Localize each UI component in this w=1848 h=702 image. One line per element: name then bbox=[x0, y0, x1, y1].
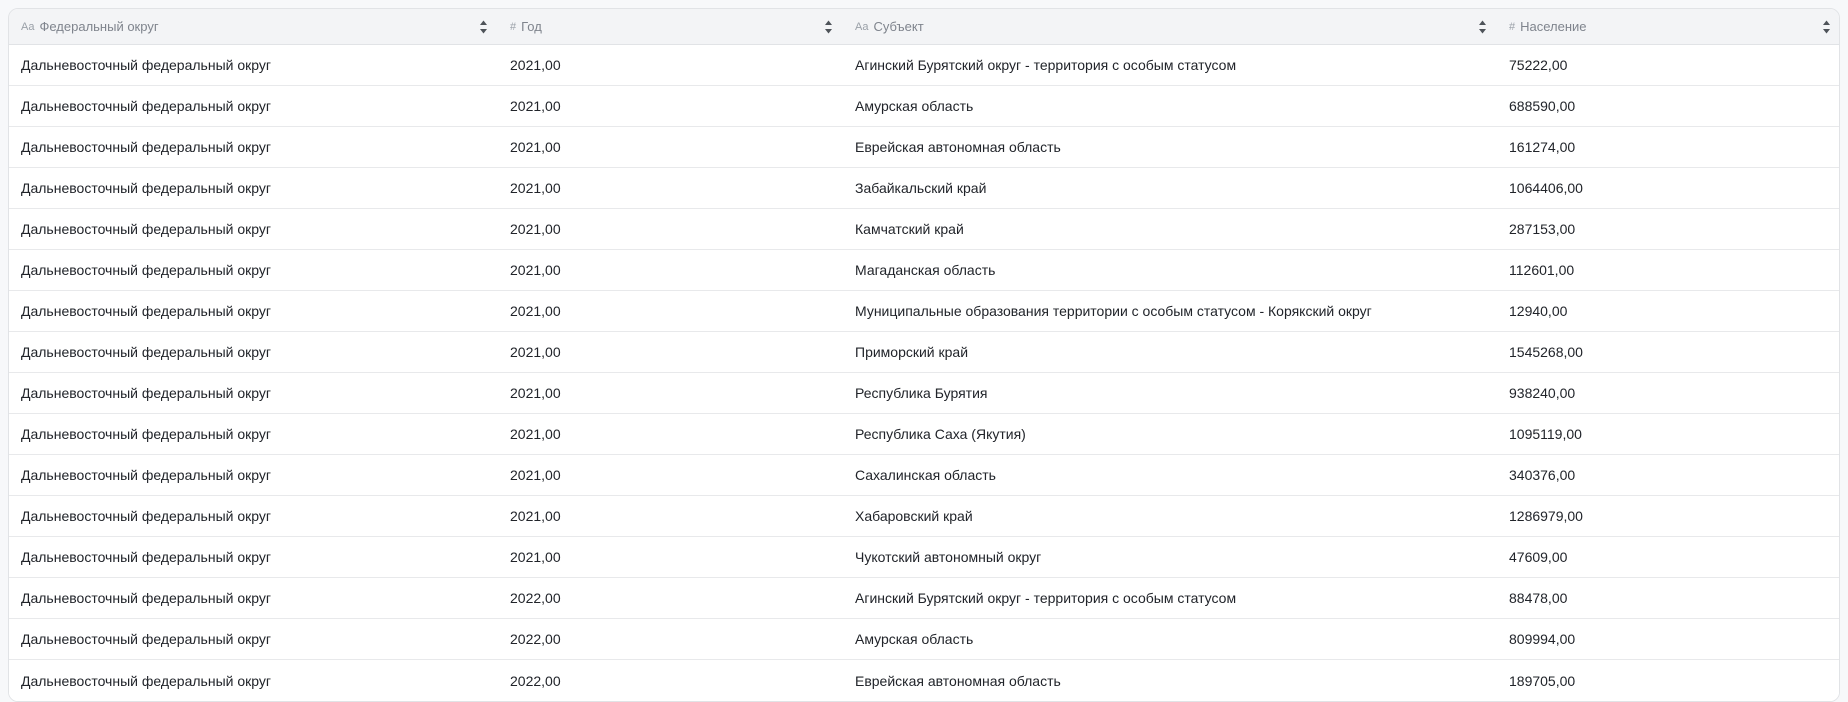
number-type-icon: # bbox=[1509, 21, 1515, 33]
cell-subject: Республика Саха (Якутия) bbox=[843, 414, 1497, 454]
cell-population: 47609,00 bbox=[1497, 537, 1840, 577]
cell-population: 161274,00 bbox=[1497, 127, 1840, 167]
cell-subject: Магаданская область bbox=[843, 250, 1497, 290]
cell-population: 287153,00 bbox=[1497, 209, 1840, 249]
table-row[interactable]: Дальневосточный федеральный округ 2021,0… bbox=[9, 455, 1839, 496]
table-row[interactable]: Дальневосточный федеральный округ 2021,0… bbox=[9, 250, 1839, 291]
cell-year: 2021,00 bbox=[498, 414, 843, 454]
cell-population: 112601,00 bbox=[1497, 250, 1840, 290]
cell-subject: Агинский Бурятский округ - территория с … bbox=[843, 45, 1497, 85]
cell-year: 2021,00 bbox=[498, 250, 843, 290]
text-type-icon: Aa bbox=[855, 21, 868, 33]
data-table: Aa Федеральный округ # Год Aa Субъект # … bbox=[8, 8, 1840, 702]
table-row[interactable]: Дальневосточный федеральный округ 2021,0… bbox=[9, 45, 1839, 86]
column-header-label: Федеральный округ bbox=[39, 19, 471, 34]
column-header-label: Субъект bbox=[873, 19, 1470, 34]
table-row[interactable]: Дальневосточный федеральный округ 2022,0… bbox=[9, 578, 1839, 619]
cell-population: 12940,00 bbox=[1497, 291, 1840, 331]
table-header: Aa Федеральный округ # Год Aa Субъект # … bbox=[9, 9, 1839, 45]
cell-year: 2021,00 bbox=[498, 86, 843, 126]
column-header-label: Год bbox=[521, 19, 816, 34]
cell-year: 2021,00 bbox=[498, 127, 843, 167]
cell-federal-district: Дальневосточный федеральный округ bbox=[9, 86, 498, 126]
cell-subject: Забайкальский край bbox=[843, 168, 1497, 208]
table-row[interactable]: Дальневосточный федеральный округ 2021,0… bbox=[9, 291, 1839, 332]
cell-federal-district: Дальневосточный федеральный округ bbox=[9, 45, 498, 85]
cell-subject: Амурская область bbox=[843, 619, 1497, 659]
cell-population: 688590,00 bbox=[1497, 86, 1840, 126]
cell-year: 2021,00 bbox=[498, 209, 843, 249]
column-header-label: Население bbox=[1520, 19, 1814, 34]
cell-population: 809994,00 bbox=[1497, 619, 1840, 659]
sort-arrows-icon[interactable] bbox=[824, 20, 833, 34]
table-row[interactable]: Дальневосточный федеральный округ 2021,0… bbox=[9, 86, 1839, 127]
column-header-subject[interactable]: Aa Субъект bbox=[843, 9, 1497, 44]
cell-federal-district: Дальневосточный федеральный округ bbox=[9, 660, 498, 701]
cell-year: 2021,00 bbox=[498, 45, 843, 85]
cell-population: 1064406,00 bbox=[1497, 168, 1840, 208]
cell-year: 2022,00 bbox=[498, 619, 843, 659]
cell-subject: Чукотский автономный округ bbox=[843, 537, 1497, 577]
cell-subject: Сахалинская область bbox=[843, 455, 1497, 495]
cell-year: 2021,00 bbox=[498, 496, 843, 536]
cell-federal-district: Дальневосточный федеральный округ bbox=[9, 291, 498, 331]
table-row[interactable]: Дальневосточный федеральный округ 2021,0… bbox=[9, 373, 1839, 414]
cell-year: 2021,00 bbox=[498, 373, 843, 413]
cell-subject: Еврейская автономная область bbox=[843, 127, 1497, 167]
cell-subject: Еврейская автономная область bbox=[843, 660, 1497, 701]
table-row[interactable]: Дальневосточный федеральный округ 2021,0… bbox=[9, 332, 1839, 373]
cell-subject: Камчатский край bbox=[843, 209, 1497, 249]
table-body: Дальневосточный федеральный округ 2021,0… bbox=[9, 45, 1839, 701]
cell-federal-district: Дальневосточный федеральный округ bbox=[9, 578, 498, 618]
cell-population: 88478,00 bbox=[1497, 578, 1840, 618]
cell-federal-district: Дальневосточный федеральный округ bbox=[9, 209, 498, 249]
table-row[interactable]: Дальневосточный федеральный округ 2021,0… bbox=[9, 168, 1839, 209]
cell-federal-district: Дальневосточный федеральный округ bbox=[9, 537, 498, 577]
table-row[interactable]: Дальневосточный федеральный округ 2022,0… bbox=[9, 660, 1839, 701]
cell-population: 340376,00 bbox=[1497, 455, 1840, 495]
cell-year: 2022,00 bbox=[498, 578, 843, 618]
cell-federal-district: Дальневосточный федеральный округ bbox=[9, 250, 498, 290]
cell-subject: Республика Бурятия bbox=[843, 373, 1497, 413]
cell-federal-district: Дальневосточный федеральный округ bbox=[9, 168, 498, 208]
cell-year: 2021,00 bbox=[498, 537, 843, 577]
cell-subject: Муниципальные образования территории с о… bbox=[843, 291, 1497, 331]
table-row[interactable]: Дальневосточный федеральный округ 2021,0… bbox=[9, 127, 1839, 168]
cell-year: 2021,00 bbox=[498, 291, 843, 331]
table-row[interactable]: Дальневосточный федеральный округ 2021,0… bbox=[9, 414, 1839, 455]
cell-federal-district: Дальневосточный федеральный округ bbox=[9, 332, 498, 372]
cell-year: 2021,00 bbox=[498, 455, 843, 495]
cell-year: 2022,00 bbox=[498, 660, 843, 701]
column-header-population[interactable]: # Население bbox=[1497, 9, 1840, 44]
cell-federal-district: Дальневосточный федеральный округ bbox=[9, 373, 498, 413]
cell-federal-district: Дальневосточный федеральный округ bbox=[9, 127, 498, 167]
table-row[interactable]: Дальневосточный федеральный округ 2021,0… bbox=[9, 496, 1839, 537]
cell-federal-district: Дальневосточный федеральный округ bbox=[9, 619, 498, 659]
cell-federal-district: Дальневосточный федеральный округ bbox=[9, 455, 498, 495]
cell-population: 1286979,00 bbox=[1497, 496, 1840, 536]
cell-population: 75222,00 bbox=[1497, 45, 1840, 85]
cell-subject: Амурская область bbox=[843, 86, 1497, 126]
cell-population: 189705,00 bbox=[1497, 660, 1840, 701]
text-type-icon: Aa bbox=[21, 21, 34, 33]
sort-arrows-icon[interactable] bbox=[1822, 20, 1831, 34]
table-row[interactable]: Дальневосточный федеральный округ 2021,0… bbox=[9, 209, 1839, 250]
cell-subject: Агинский Бурятский округ - территория с … bbox=[843, 578, 1497, 618]
table-row[interactable]: Дальневосточный федеральный округ 2022,0… bbox=[9, 619, 1839, 660]
table-row[interactable]: Дальневосточный федеральный округ 2021,0… bbox=[9, 537, 1839, 578]
cell-subject: Хабаровский край bbox=[843, 496, 1497, 536]
column-header-year[interactable]: # Год bbox=[498, 9, 843, 44]
cell-federal-district: Дальневосточный федеральный округ bbox=[9, 496, 498, 536]
cell-year: 2021,00 bbox=[498, 168, 843, 208]
cell-population: 1095119,00 bbox=[1497, 414, 1840, 454]
number-type-icon: # bbox=[510, 21, 516, 33]
sort-arrows-icon[interactable] bbox=[479, 20, 488, 34]
cell-population: 1545268,00 bbox=[1497, 332, 1840, 372]
cell-year: 2021,00 bbox=[498, 332, 843, 372]
cell-subject: Приморский край bbox=[843, 332, 1497, 372]
sort-arrows-icon[interactable] bbox=[1478, 20, 1487, 34]
cell-population: 938240,00 bbox=[1497, 373, 1840, 413]
cell-federal-district: Дальневосточный федеральный округ bbox=[9, 414, 498, 454]
column-header-federal-district[interactable]: Aa Федеральный округ bbox=[9, 9, 498, 44]
